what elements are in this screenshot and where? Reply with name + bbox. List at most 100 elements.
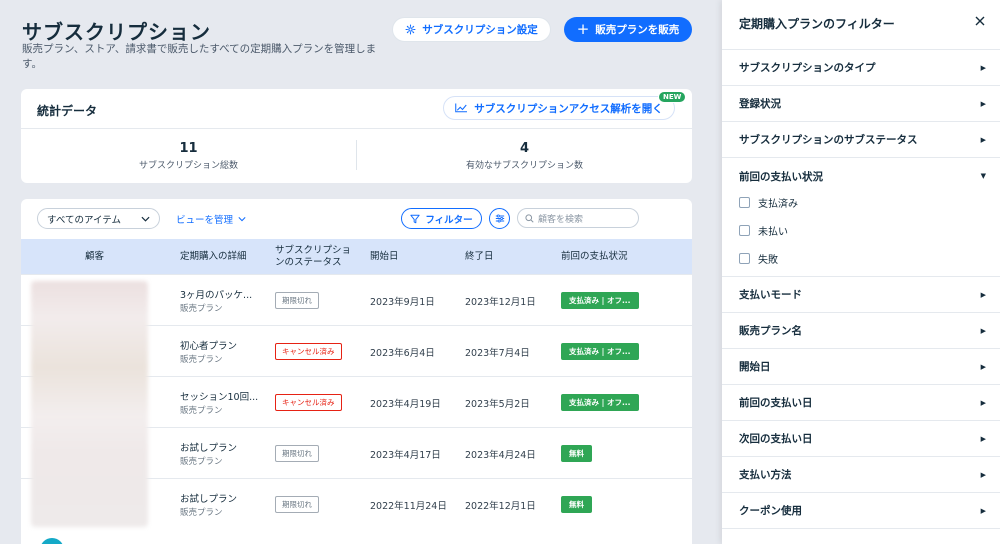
filter-sub-type-label: サブスクリプションのタイプ (739, 62, 876, 74)
status-badge: キャンセル済み (275, 394, 342, 411)
customer-names-blurred (31, 281, 148, 527)
items-dropdown-label: すべてのアイテム (47, 214, 122, 226)
end-date-cell: 2022年12月1日 (465, 500, 536, 512)
filter-start-date[interactable]: 開始日 ▶ (722, 349, 1000, 385)
payment-badge: 支払済み | オフ... (561, 343, 639, 360)
filter-plan-name[interactable]: 販売プラン名 ▶ (722, 313, 1000, 349)
col-sub-status-line1: サブスクリプショ (275, 244, 352, 256)
open-analytics-button[interactable]: サブスクリプションアクセス解析を開く (443, 96, 675, 120)
start-date-cell: 2023年6月4日 (370, 347, 435, 359)
stat-active: 4 有効なサブスクリプション数 (357, 141, 692, 171)
filter-panel: 定期購入プランのフィルター サブスクリプションのタイプ ▶ 登録状況 ▶ サブスクリ… (722, 0, 1000, 544)
col-plan-detail[interactable]: 定期購入の詳細 (180, 239, 247, 274)
columns-settings-button[interactable] (489, 208, 510, 229)
status-cell: 期限切れ (275, 428, 319, 479)
subscription-settings-button[interactable]: サブスクリプション設定 (392, 17, 551, 42)
filter-sub-type[interactable]: サブスクリプションのタイプ ▶ (722, 50, 1000, 86)
payment-badge: 支払済み | オフ... (561, 292, 639, 309)
end-date-cell: 2023年5月2日 (465, 398, 530, 410)
stat-total-label: サブスクリプション総数 (138, 161, 238, 171)
plan-name: お試しプラン (180, 443, 238, 454)
plan-detail-cell: 3ヶ月のパッケ... 販売プラン (180, 275, 262, 326)
open-analytics-label: サブスクリプションアクセス解析を開く (474, 102, 663, 115)
filter-last-payment[interactable]: 前回の支払い状況 ▼ (722, 158, 1000, 194)
option-unpaid-label: 未払い (758, 227, 788, 238)
payment-badge: 無料 (561, 445, 592, 462)
gear-icon (405, 24, 416, 35)
filter-last-payment-label: 前回の支払い状況 (739, 170, 823, 183)
option-failed[interactable]: 失敗 (739, 251, 778, 266)
chevron-down-icon (238, 217, 246, 222)
search-icon (525, 213, 534, 223)
option-unpaid[interactable]: 未払い (739, 223, 788, 238)
stat-total: 11 サブスクリプション総数 (21, 141, 356, 171)
payment-cell: 無料 (561, 428, 592, 479)
stats-card: 統計データ サブスクリプションアクセス解析を開く NEW 11 サブスクリプショ… (21, 89, 692, 183)
filter-coupon-label: クーポン使用 (739, 505, 802, 517)
stat-total-value: 11 (179, 141, 198, 156)
plan-type: 販売プラン (180, 508, 223, 518)
filter-payment-method[interactable]: 支払い方法 ▶ (722, 457, 1000, 493)
col-end-date[interactable]: 終了日 (465, 239, 494, 274)
status-badge: 期限切れ (275, 445, 319, 462)
new-badge: NEW (658, 91, 687, 103)
checkbox[interactable] (739, 197, 750, 208)
stat-active-label: 有効なサブスクリプション数 (465, 161, 583, 171)
plan-name: お試しプラン (180, 494, 238, 505)
end-date-cell: 2023年12月1日 (465, 296, 536, 308)
plan-type: 販売プラン (180, 406, 223, 416)
filter-label: フィルター (425, 214, 473, 226)
filter-next-payment-date[interactable]: 次回の支払い日 ▶ (722, 421, 1000, 457)
option-paid[interactable]: 支払済み (739, 195, 798, 210)
triangle-down-icon: ▼ (980, 172, 986, 180)
page-description: 販売プラン、ストア、請求書で販売したすべての定期購入プランを管理します。 (22, 43, 377, 70)
status-cell: キャンセル済み (275, 326, 342, 377)
filter-button[interactable]: フィルター (401, 208, 482, 229)
status-badge: 期限切れ (275, 292, 319, 309)
filter-sub-status-label: サブスクリプションのサブステータス (739, 134, 918, 146)
checkbox[interactable] (739, 253, 750, 264)
triangle-right-icon: ▶ (980, 326, 986, 335)
payment-cell: 支払済み | オフ... (561, 326, 639, 377)
end-date-cell: 2023年4月24日 (465, 449, 536, 461)
sell-plan-button[interactable]: + 販売プランを販売 (564, 17, 692, 42)
col-last-payment[interactable]: 前回の支払状況 (561, 239, 628, 274)
table-header: 顧客 定期購入の詳細 サブスクリプショ ンのステータス 開始日 終了日 前回の支… (21, 239, 692, 274)
col-start-date[interactable]: 開始日 (370, 239, 399, 274)
payment-cell: 支払済み | オフ... (561, 275, 639, 326)
subscriptions-table-card: すべてのアイテム ビューを管理 フィルター 顧客を検索 顧客 定期購入の詳細 サ… (21, 199, 692, 544)
plan-type: 販売プラン (180, 355, 223, 365)
col-sub-status-line2: ンのステータス (275, 256, 342, 268)
triangle-right-icon: ▶ (980, 398, 986, 407)
filter-registration-label: 登録状況 (739, 98, 781, 110)
filter-start-date-label: 開始日 (739, 361, 771, 373)
filter-payment-mode[interactable]: 支払いモード ▶ (722, 277, 1000, 313)
filter-next-payment-date-label: 次回の支払い日 (739, 433, 813, 445)
plan-detail-cell: セッション10回... 販売プラン (180, 377, 262, 428)
filter-sub-status[interactable]: サブスクリプションのサブステータス ▶ (722, 122, 1000, 158)
start-date-cell: 2022年11月24日 (370, 500, 447, 512)
col-sub-status[interactable]: サブスクリプショ ンのステータス (275, 239, 351, 274)
close-icon (975, 16, 985, 26)
status-cell: 期限切れ (275, 275, 319, 326)
stat-active-value: 4 (519, 141, 530, 156)
col-customer[interactable]: 顧客 (85, 239, 104, 274)
chart-line-icon (455, 103, 468, 113)
filter-last-payment-date[interactable]: 前回の支払い日 ▶ (722, 385, 1000, 421)
triangle-right-icon: ▶ (980, 434, 986, 443)
main-area: サブスクリプション 販売プラン、ストア、請求書で販売したすべての定期購入プランを… (0, 0, 722, 544)
filter-registration[interactable]: 登録状況 ▶ (722, 86, 1000, 122)
customer-search-input[interactable]: 顧客を検索 (517, 208, 639, 228)
filter-coupon[interactable]: クーポン使用 ▶ (722, 493, 1000, 529)
payment-cell: 支払済み | オフ... (561, 377, 639, 428)
triangle-right-icon: ▶ (980, 470, 986, 479)
chevron-down-icon (141, 216, 150, 222)
manage-view-link[interactable]: ビューを管理 (176, 212, 246, 226)
close-button[interactable] (975, 14, 985, 30)
items-dropdown[interactable]: すべてのアイテム (37, 208, 160, 229)
status-cell: 期限切れ (275, 479, 319, 530)
start-date-cell: 2023年4月17日 (370, 449, 441, 461)
checkbox[interactable] (739, 225, 750, 236)
triangle-right-icon: ▶ (980, 506, 986, 515)
plan-type: 販売プラン (180, 457, 223, 467)
